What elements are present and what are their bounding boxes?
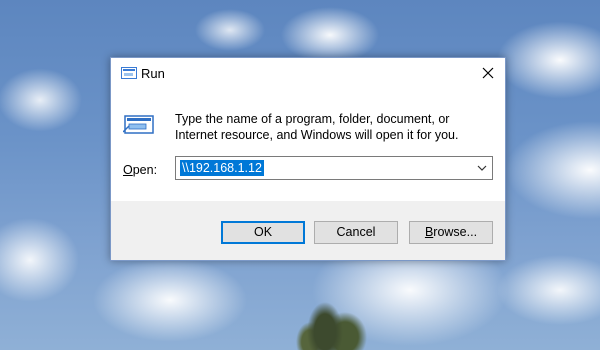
- dialog-title: Run: [141, 66, 165, 81]
- open-label-accelerator: O: [123, 163, 133, 177]
- browse-button[interactable]: Browse...: [409, 221, 493, 244]
- close-button[interactable]: [473, 58, 503, 88]
- dialog-content: Type the name of a program, folder, docu…: [111, 89, 505, 201]
- ok-button[interactable]: OK: [221, 221, 305, 244]
- desktop-background: Run Type the name of a program, folder, …: [0, 0, 600, 350]
- open-label-text: pen:: [132, 163, 158, 177]
- run-dialog: Run Type the name of a program, folder, …: [110, 57, 506, 261]
- open-combobox[interactable]: \\192.168.1.12: [175, 156, 493, 180]
- run-icon: [121, 67, 137, 79]
- open-label: Open:: [123, 163, 157, 177]
- close-icon: [482, 67, 494, 79]
- chevron-down-icon: [477, 165, 487, 171]
- cancel-button[interactable]: Cancel: [314, 221, 398, 244]
- dropdown-button[interactable]: [475, 161, 489, 175]
- tree-silhouette: [290, 292, 380, 350]
- open-input-value[interactable]: \\192.168.1.12: [180, 160, 264, 176]
- run-program-icon: [123, 115, 154, 134]
- browse-label: rowse...: [433, 225, 478, 239]
- dialog-description: Type the name of a program, folder, docu…: [175, 112, 459, 142]
- title-bar: Run: [111, 58, 505, 89]
